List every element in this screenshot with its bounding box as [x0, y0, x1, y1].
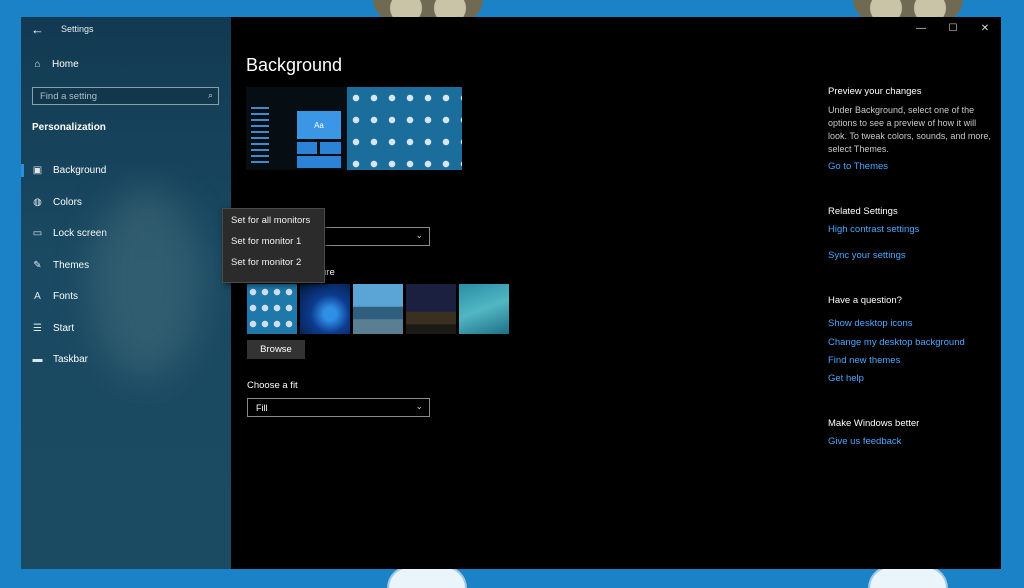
sidebar-item-label: Colors [53, 196, 82, 208]
maximize-icon[interactable]: ☐ [937, 17, 969, 41]
preview-tile-text: Aa [297, 111, 341, 139]
change-desktop-background-link[interactable]: Change my desktop background [828, 337, 965, 348]
settings-window: ← Settings ⌂ Home ⌕ Personalization ▣ Ba… [21, 17, 1001, 569]
show-desktop-icons-link[interactable]: Show desktop icons [828, 318, 913, 329]
window-controls: — ☐ ✕ [905, 17, 1001, 41]
related-settings-heading: Related Settings [828, 206, 898, 217]
find-new-themes-link[interactable]: Find new themes [828, 355, 900, 366]
sidebar-item-background[interactable]: ▣ Background [21, 155, 231, 187]
palette-icon: ◍ [33, 196, 42, 208]
preview-tile [297, 142, 317, 154]
sidebar-item-lock-screen[interactable]: ▭ Lock screen [21, 218, 231, 250]
sidebar-item-colors[interactable]: ◍ Colors [21, 187, 231, 219]
nav-list: ▣ Background ◍ Colors ▭ Lock screen ✎ Th… [21, 155, 231, 376]
home-icon: ⌂ [34, 59, 41, 70]
get-help-link[interactable]: Get help [828, 373, 864, 384]
picture-icon: ▣ [32, 165, 43, 177]
close-icon[interactable]: ✕ [969, 17, 1001, 41]
monitor-context-menu: Set for all monitors Set for monitor 1 S… [222, 208, 325, 283]
preview-wallpaper [347, 87, 462, 170]
preview-app-list [251, 107, 269, 167]
desktop-wallpaper-cloud [387, 566, 467, 588]
question-heading: Have a question? [828, 295, 902, 306]
sidebar: ← Settings ⌂ Home ⌕ Personalization ▣ Ba… [21, 17, 231, 569]
main-content: — ☐ ✕ Background Aa ⌄ ure Browse Choose … [231, 17, 1001, 569]
sync-settings-link[interactable]: Sync your settings [828, 250, 906, 261]
sidebar-item-label: Background [53, 165, 107, 177]
sidebar-item-label: Fonts [53, 291, 79, 303]
preview-description: Under Background, select one of the opti… [828, 105, 991, 154]
high-contrast-link[interactable]: High contrast settings [828, 224, 919, 235]
preview-heading: Preview your changes [828, 86, 922, 97]
menu-item-all-monitors[interactable]: Set for all monitors [223, 209, 324, 230]
menu-item-monitor-2[interactable]: Set for monitor 2 [223, 251, 324, 272]
app-title: Settings [61, 24, 94, 34]
chevron-down-icon: ⌄ [415, 401, 423, 411]
fit-value: Fill [256, 403, 268, 413]
sidebar-item-label: Themes [53, 259, 90, 271]
search-input[interactable] [38, 90, 202, 103]
wallpaper-thumbnail[interactable] [300, 284, 350, 334]
selection-indicator [21, 164, 24, 177]
preview-tile [320, 142, 341, 154]
title-bar: ← Settings [21, 17, 231, 41]
nav-home[interactable]: ⌂ Home [32, 59, 79, 70]
background-preview: Aa [246, 87, 462, 170]
back-arrow-icon[interactable]: ← [31, 22, 44, 37]
feedback-link[interactable]: Give us feedback [828, 436, 901, 447]
choose-fit-label: Choose a fit [247, 380, 298, 391]
sidebar-item-start[interactable]: ☰ Start [21, 313, 231, 345]
sidebar-item-label: Lock screen [53, 228, 107, 240]
sidebar-item-label: Start [53, 322, 75, 334]
go-to-themes-link[interactable]: Go to Themes [828, 161, 888, 172]
picture-thumbnails [247, 284, 509, 334]
browse-button[interactable]: Browse [247, 340, 305, 359]
search-icon[interactable]: ⌕ [208, 90, 213, 101]
preview-tile [297, 156, 341, 168]
section-title: Personalization [32, 122, 106, 133]
taskbar-icon: ▬ [32, 354, 43, 366]
desktop-wallpaper-cloud [868, 566, 948, 588]
page-title: Background [246, 55, 343, 75]
wallpaper-thumbnail[interactable] [406, 284, 456, 334]
sidebar-item-fonts[interactable]: A Fonts [21, 281, 231, 313]
search-box[interactable]: ⌕ [32, 87, 219, 105]
sidebar-item-themes[interactable]: ✎ Themes [21, 250, 231, 282]
wallpaper-thumbnail[interactable] [459, 284, 509, 334]
sidebar-item-label: Taskbar [53, 354, 89, 366]
wallpaper-thumbnail[interactable] [353, 284, 403, 334]
menu-item-monitor-1[interactable]: Set for monitor 1 [223, 230, 324, 251]
fonts-icon: A [34, 291, 41, 303]
fit-dropdown[interactable]: Fill ⌄ [247, 398, 430, 417]
start-icon: ☰ [33, 322, 42, 334]
minimize-icon[interactable]: — [905, 17, 937, 41]
themes-icon: ✎ [33, 259, 42, 271]
chevron-down-icon: ⌄ [415, 230, 423, 240]
sidebar-item-taskbar[interactable]: ▬ Taskbar [21, 344, 231, 376]
nav-home-label: Home [52, 59, 79, 70]
lock-screen-icon: ▭ [32, 228, 43, 240]
make-windows-better-heading: Make Windows better [828, 418, 920, 429]
wallpaper-thumbnail[interactable] [247, 284, 297, 334]
